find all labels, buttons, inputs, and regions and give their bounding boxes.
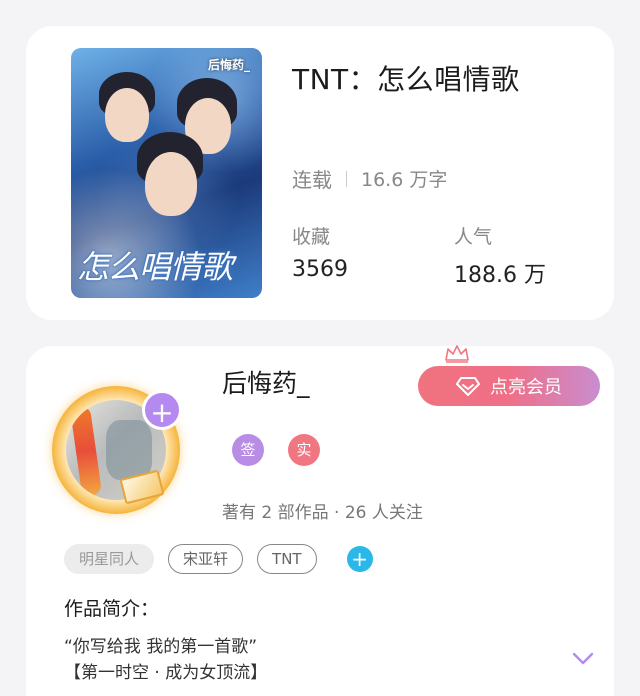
meta-divider: [346, 170, 347, 187]
vip-button[interactable]: 点亮会员: [418, 366, 600, 406]
popularity-label: 人气: [454, 226, 493, 248]
add-avatar-button[interactable]: +: [142, 390, 182, 430]
cover-author-text: 后悔药_: [207, 58, 250, 72]
book-meta: 连载 16.6 万字: [292, 164, 447, 193]
tag-list: 明星同人 宋亚轩 TNT +: [64, 544, 373, 574]
tag-item[interactable]: 明星同人: [64, 544, 155, 574]
favorites-label: 收藏: [292, 226, 331, 248]
intro-text-line: 【第一时空 · 成为女顶流】: [64, 663, 268, 683]
popularity-value: 188.6 万: [454, 263, 546, 288]
signed-badge: 签: [232, 434, 264, 466]
popularity-stat: 人气 188.6 万: [454, 222, 546, 289]
cover-figure-face: [145, 152, 197, 216]
cover-title-text: 怎么唱情歌: [77, 248, 233, 286]
chevron-down-icon[interactable]: [572, 652, 594, 666]
book-status: 连载: [292, 168, 332, 192]
book-cover-image[interactable]: 后悔药_ 怎么唱情歌: [71, 48, 262, 298]
vip-button-label: 点亮会员: [490, 377, 562, 398]
intro-text-line: “你写给我 我的第一首歌”: [64, 637, 258, 657]
book-word-count: 16.6 万字: [361, 169, 448, 191]
favorites-stat: 收藏 3569: [292, 222, 348, 282]
crown-icon: [445, 345, 469, 363]
favorites-value: 3569: [292, 257, 348, 282]
tag-item[interactable]: 宋亚轩: [168, 544, 244, 574]
verified-badge: 实: [288, 434, 320, 466]
book-title: TNT：怎么唱情歌: [292, 63, 520, 96]
avatar-photo-detail: [69, 405, 103, 497]
avatar-photo-detail: [106, 420, 152, 480]
cover-figure-face: [105, 88, 149, 142]
tag-item[interactable]: TNT: [257, 544, 317, 574]
add-tag-button[interactable]: +: [346, 546, 373, 572]
author-card: + 后悔药_ 点亮会员 签 实 著有 2 部作品 · 26 人关注 明星同人 宋…: [26, 345, 614, 696]
author-stats: 著有 2 部作品 · 26 人关注: [222, 503, 423, 523]
intro-title: 作品简介：: [64, 598, 160, 620]
book-card: 后悔药_ 怎么唱情歌 TNT：怎么唱情歌 连载 16.6 万字 收藏 3569 …: [26, 26, 614, 320]
gem-icon: [456, 377, 480, 396]
author-name[interactable]: 后悔药_: [222, 364, 310, 400]
